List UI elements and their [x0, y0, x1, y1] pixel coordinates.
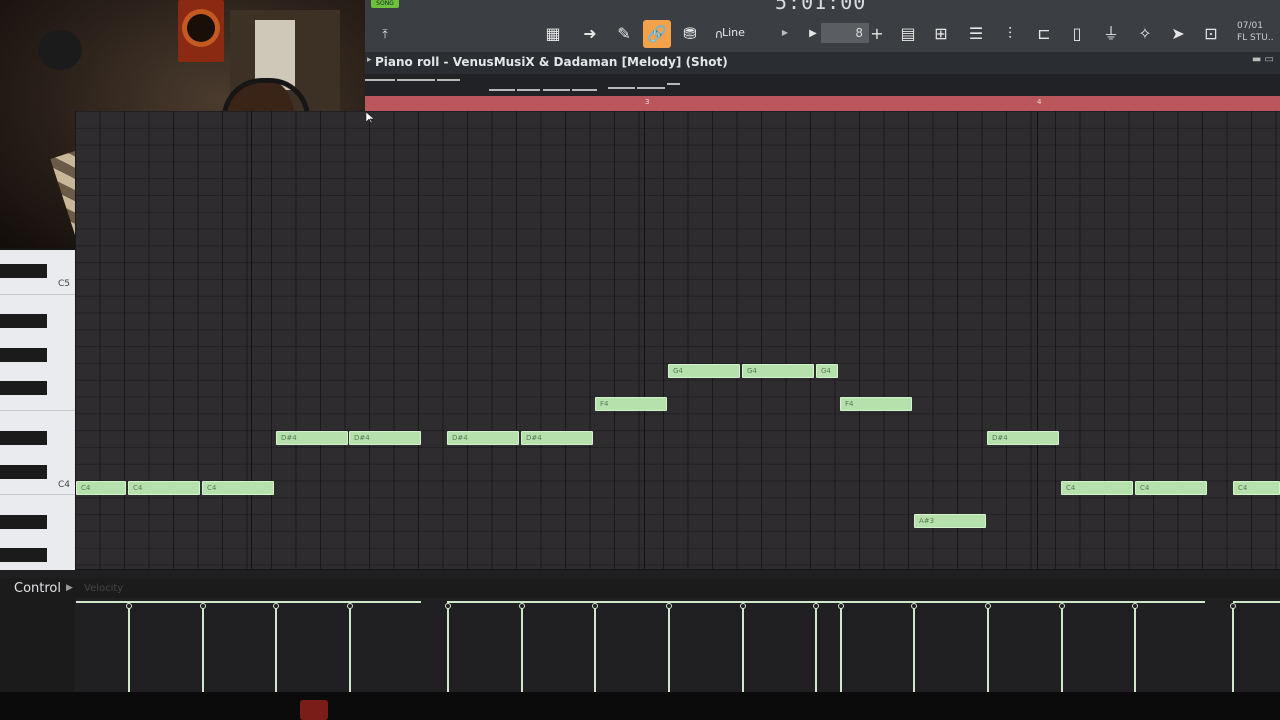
- note[interactable]: C4: [1135, 481, 1207, 495]
- arrow-right-icon[interactable]: ➜: [578, 22, 602, 46]
- velocity-stem[interactable]: [666, 603, 672, 692]
- black-key[interactable]: [0, 515, 47, 529]
- song-mode-badge[interactable]: SONG: [371, 0, 399, 8]
- note[interactable]: C4: [1233, 481, 1280, 495]
- caret-icon[interactable]: ▸: [367, 55, 372, 65]
- link-icon[interactable]: 🔗: [643, 20, 671, 48]
- velocity-line: [1233, 601, 1280, 603]
- app-short-label: FL STU..: [1237, 33, 1274, 43]
- black-key[interactable]: [0, 348, 47, 362]
- velocity-stem[interactable]: [519, 603, 525, 692]
- cart-icon[interactable]: ⊡: [1199, 22, 1223, 46]
- time-display: 5:01:00: [775, 0, 867, 14]
- velocity-stem[interactable]: [592, 603, 598, 692]
- plugin-icon[interactable]: ⏚: [1099, 22, 1123, 46]
- add-icon[interactable]: +: [865, 22, 889, 46]
- overview-mini-notes: [365, 79, 680, 91]
- bar-line: [251, 111, 252, 569]
- velocity-stem[interactable]: [1132, 603, 1138, 692]
- list-icon[interactable]: ☰: [964, 22, 988, 46]
- key-divider: [0, 294, 75, 295]
- velocity-stem[interactable]: [740, 603, 746, 692]
- pencil-icon[interactable]: ✎: [612, 22, 636, 46]
- note[interactable]: D#4: [447, 431, 519, 445]
- paint-icon[interactable]: ➤: [1166, 22, 1190, 46]
- tools-menu-icon[interactable]: ▤: [896, 22, 920, 46]
- key-divider: [0, 494, 75, 495]
- velocity-stem[interactable]: [200, 603, 206, 692]
- snap-select-value: Line: [722, 26, 745, 39]
- note[interactable]: D#4: [349, 431, 421, 445]
- note[interactable]: G4: [742, 364, 814, 378]
- velocity-stem[interactable]: [911, 603, 917, 692]
- velocity-lane[interactable]: [75, 598, 1280, 692]
- note[interactable]: F4: [595, 397, 667, 411]
- control-panel: Control ▶ Velocity: [0, 578, 1280, 692]
- key-label-c4: C4: [58, 480, 71, 490]
- black-key[interactable]: [0, 381, 47, 395]
- black-key[interactable]: [0, 314, 47, 328]
- snap-select[interactable]: Line ▶: [714, 23, 792, 43]
- velocity-label: Velocity: [84, 583, 124, 594]
- note[interactable]: G4: [816, 364, 838, 378]
- date-label: 07/01: [1237, 21, 1263, 31]
- note[interactable]: C4: [1061, 481, 1133, 495]
- velocity-stem[interactable]: [1230, 603, 1236, 692]
- pattern-overview[interactable]: [365, 74, 1280, 96]
- note[interactable]: C4: [202, 481, 274, 495]
- velocity-stem[interactable]: [273, 603, 279, 692]
- bar-line: [1037, 111, 1038, 569]
- webcam-lamp: [38, 30, 82, 70]
- velocity-stem[interactable]: [838, 603, 844, 692]
- stamp-icon[interactable]: ⛃: [678, 22, 702, 46]
- mouse-cursor-icon: [366, 112, 374, 124]
- velocity-line: [447, 601, 1205, 603]
- document-icon[interactable]: ▯: [1065, 22, 1089, 46]
- note[interactable]: C4: [76, 481, 126, 495]
- timeline-ruler[interactable]: 3 4: [365, 96, 1280, 111]
- velocity-stem[interactable]: [126, 603, 132, 692]
- note[interactable]: D#4: [987, 431, 1059, 445]
- velocity-stem[interactable]: [813, 603, 819, 692]
- browser-icon[interactable]: ✧: [1133, 22, 1157, 46]
- black-key[interactable]: [0, 431, 47, 445]
- note-grid[interactable]: [75, 111, 1280, 569]
- black-key[interactable]: [0, 548, 47, 562]
- channel-rack-icon[interactable]: ⊏: [1032, 22, 1056, 46]
- note[interactable]: A#3: [914, 514, 986, 528]
- webcam-poster: [178, 0, 224, 62]
- mixer-icon[interactable]: ⫶: [998, 22, 1022, 46]
- velocity-stem[interactable]: [445, 603, 451, 692]
- velocity-stem[interactable]: [347, 603, 353, 692]
- velocity-stem[interactable]: [985, 603, 991, 692]
- note[interactable]: F4: [840, 397, 912, 411]
- quantize-icon[interactable]: ⊞: [929, 22, 953, 46]
- note[interactable]: C4: [128, 481, 200, 495]
- key-label-c5: C5: [58, 279, 71, 289]
- piano-roll-titlebar[interactable]: ▸ Piano roll - VenusMusiX & Dadaman [Mel…: [365, 52, 1280, 74]
- velocity-stem[interactable]: [1059, 603, 1065, 692]
- black-key[interactable]: [0, 264, 47, 278]
- keyboard-icon[interactable]: ▦: [541, 22, 565, 46]
- chevron-right-icon[interactable]: ▶: [66, 583, 73, 593]
- piano-keyboard[interactable]: C5 C4: [0, 250, 75, 570]
- note[interactable]: D#4: [521, 431, 593, 445]
- control-label[interactable]: Control: [14, 581, 61, 596]
- bar-label: 3: [645, 98, 650, 106]
- bar-label: 4: [1037, 98, 1042, 106]
- bottom-red-element: [300, 700, 328, 720]
- bar-line: [644, 111, 645, 569]
- main-toolbar: SONG ⤒ 5:01:00 ▦ ➜ ✎ 🔗 ⛃ ∩ Line ▶ ▶ 8 + …: [365, 0, 1280, 52]
- note[interactable]: D#4: [276, 431, 348, 445]
- pin-icon[interactable]: ⤒: [373, 22, 397, 46]
- key-divider: [0, 410, 75, 411]
- window-controls[interactable]: ▬ ▭: [1252, 54, 1274, 65]
- chevron-right-icon: ▶: [781, 28, 788, 37]
- black-key[interactable]: [0, 465, 47, 479]
- window-title: Piano roll - VenusMusiX & Dadaman [Melod…: [375, 55, 728, 69]
- corner-info: 07/01 FL STU..: [1237, 20, 1274, 44]
- note[interactable]: G4: [668, 364, 740, 378]
- bottom-strip: [0, 692, 1280, 720]
- step-field[interactable]: 8: [821, 23, 869, 43]
